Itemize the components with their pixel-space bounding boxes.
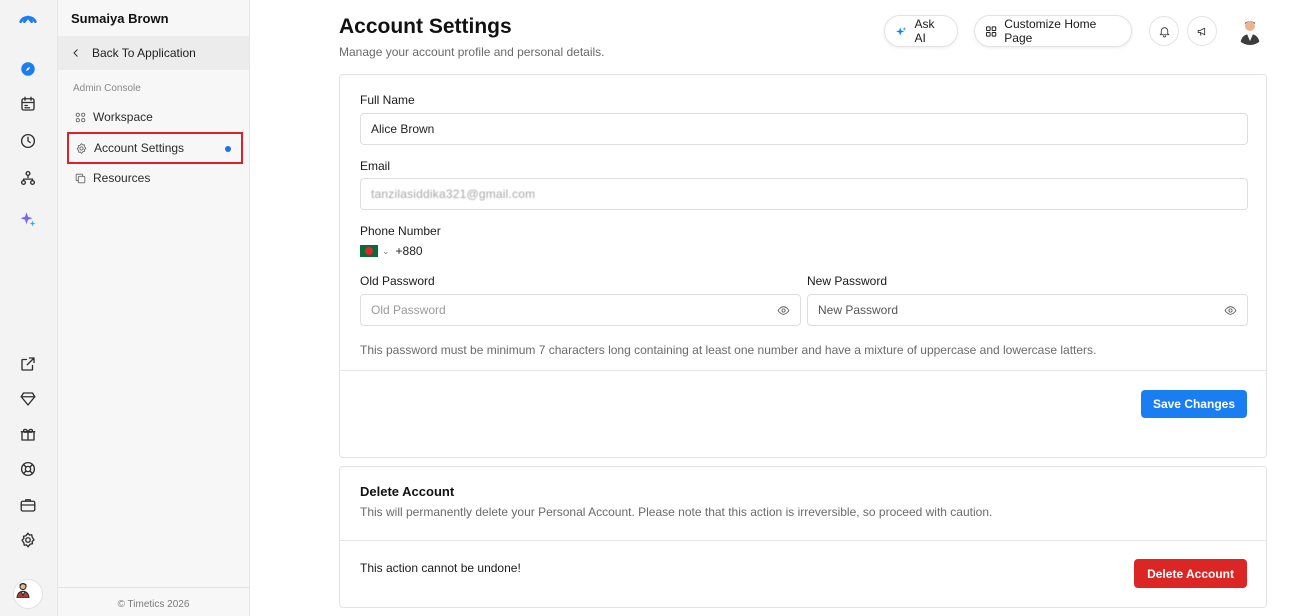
page-title: Account Settings: [339, 15, 512, 38]
admin-sidebar: Sumaiya Brown Back To Application Admin …: [58, 0, 250, 616]
settings-icon[interactable]: [16, 528, 40, 552]
email-label: Email: [360, 159, 391, 173]
password-hint: This password must be minimum 7 characte…: [360, 343, 1097, 357]
megaphone-icon: [1197, 27, 1205, 36]
copy-icon: [75, 173, 86, 183]
email-field[interactable]: tanzilasiddika321@gmail.com: [360, 178, 1248, 210]
new-password-label: New Password: [807, 274, 888, 288]
icon-rail: [0, 0, 58, 616]
eye-icon[interactable]: [777, 304, 790, 317]
sidebar-item-label: Workspace: [93, 110, 153, 124]
page-subtitle: Manage your account profile and personal…: [339, 45, 605, 59]
delete-account-button[interactable]: Delete Account: [1134, 559, 1247, 588]
chevron-down-icon[interactable]: ⌄: [382, 246, 390, 257]
logo-icon[interactable]: [16, 6, 40, 30]
back-label: Back To Application: [92, 46, 196, 60]
bell-icon: [1159, 26, 1169, 37]
ask-ai-button[interactable]: Ask AI: [884, 15, 958, 47]
gift-icon[interactable]: [16, 422, 40, 446]
sparkle-icon: [896, 26, 907, 36]
briefcase-icon[interactable]: [16, 493, 40, 517]
new-password-field[interactable]: New Password: [807, 294, 1248, 326]
email-value: tanzilasiddika321@gmail.com: [371, 187, 536, 201]
delete-account-title: Delete Account: [360, 484, 455, 499]
clock-icon[interactable]: [16, 129, 40, 153]
delete-divider: [340, 540, 1266, 541]
chevron-left-icon: [73, 49, 78, 57]
copyright-text: © Timetics 2026: [117, 599, 190, 610]
app-root: Sumaiya Brown Back To Application Admin …: [0, 0, 1292, 616]
old-password-placeholder: Old Password: [371, 303, 446, 317]
section-label: Admin Console: [73, 83, 141, 94]
grid-icon: [75, 112, 86, 122]
full-name-label: Full Name: [360, 93, 415, 107]
support-icon[interactable]: [16, 457, 40, 481]
delete-account-description: This will permanently delete your Person…: [360, 505, 993, 519]
phone-country-code: +880: [395, 244, 423, 258]
full-name-input[interactable]: Alice Brown: [360, 113, 1248, 145]
announcements-button[interactable]: [1187, 16, 1217, 46]
new-password-placeholder: New Password: [818, 303, 899, 317]
hierarchy-icon[interactable]: [16, 166, 40, 190]
old-password-label: Old Password: [360, 274, 435, 288]
delete-warning: This action cannot be undone!: [360, 561, 521, 575]
notifications-button[interactable]: [1149, 16, 1179, 46]
old-password-field[interactable]: Old Password: [360, 294, 801, 326]
delete-account-card: Delete Account This will permanently del…: [339, 466, 1267, 608]
account-form-card: Full Name Alice Brown Email tanzilasiddi…: [339, 74, 1267, 458]
sidebar-item-resources[interactable]: Resources: [68, 163, 242, 193]
sparkle-icon[interactable]: [16, 207, 40, 231]
user-avatar[interactable]: [1235, 15, 1265, 45]
sidebar-user-name: Sumaiya Brown: [71, 11, 169, 26]
sidebar-item-label: Account Settings: [94, 141, 185, 155]
full-name-value: Alice Brown: [371, 122, 435, 136]
sidebar-item-label: Resources: [93, 171, 151, 185]
save-changes-button[interactable]: Save Changes: [1140, 390, 1247, 418]
ask-ai-label: Ask AI: [914, 17, 935, 45]
diamond-icon[interactable]: [16, 387, 40, 411]
customize-home-page-button[interactable]: Customize Home Page: [974, 15, 1132, 47]
sidebar-item-account-settings[interactable]: Account Settings: [67, 132, 243, 164]
bangladesh-flag-icon: [360, 245, 378, 257]
sidebar-item-workspace[interactable]: Workspace: [68, 102, 242, 132]
active-indicator-dot: [225, 146, 231, 152]
back-to-application-button[interactable]: Back To Application: [58, 36, 249, 70]
phone-number-label: Phone Number: [360, 224, 441, 238]
calendar-icon[interactable]: [16, 92, 40, 116]
layout-grid-icon: [986, 25, 997, 37]
form-divider: [340, 370, 1266, 371]
customize-label: Customize Home Page: [1004, 17, 1097, 45]
phone-number-input[interactable]: ⌄ +880: [360, 244, 423, 258]
avatar[interactable]: [13, 579, 43, 609]
gear-icon: [76, 142, 87, 154]
compass-icon[interactable]: [16, 57, 40, 81]
eye-icon[interactable]: [1224, 304, 1237, 317]
sidebar-footer-divider: [58, 587, 249, 588]
external-link-icon[interactable]: [16, 352, 40, 376]
